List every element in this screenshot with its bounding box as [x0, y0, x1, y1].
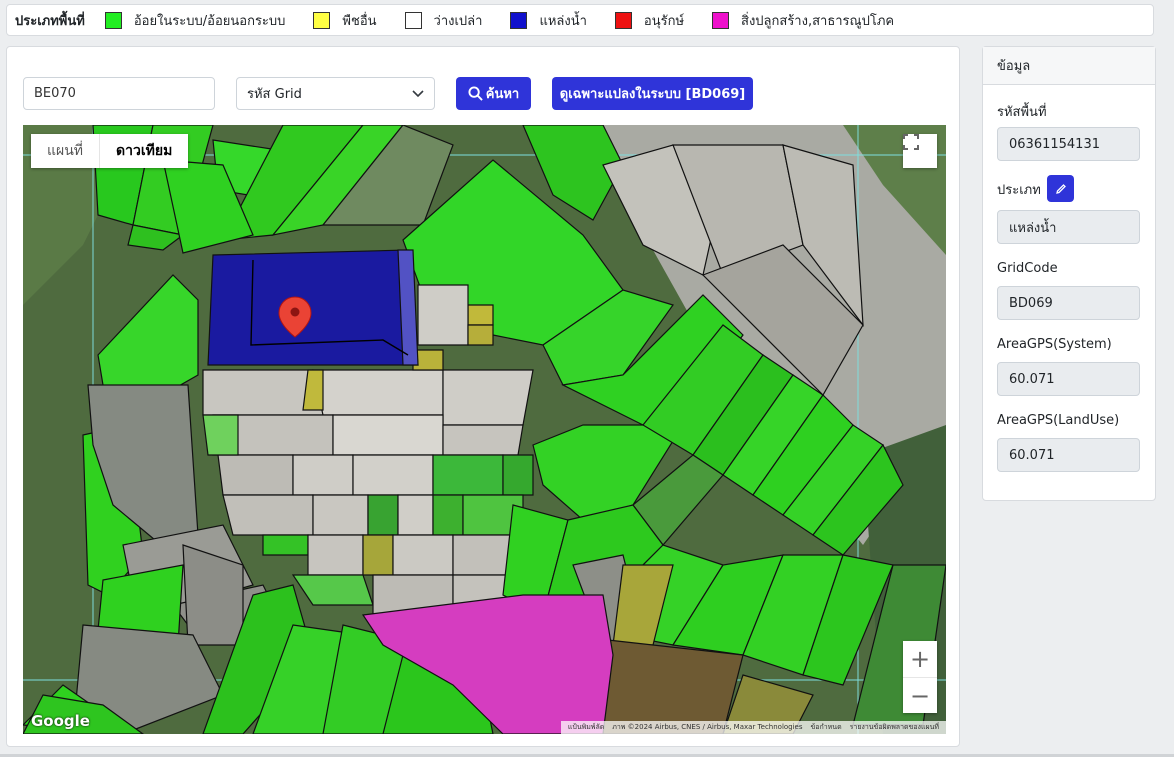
zoom-control: + −: [903, 641, 937, 713]
legend-label-conservation: อนุรักษ์: [643, 13, 685, 29]
map-type-roadmap[interactable]: แผนที่: [31, 134, 99, 168]
legend-swatch-vacant: [404, 11, 422, 29]
zoom-in-button[interactable]: +: [903, 641, 937, 678]
land-type-legend: ประเภทพื้นที่ อ้อยในระบบ/อ้อยนอกระบบ พืช…: [6, 4, 1154, 36]
info-panel: ข้อมูล รหัสพื้นที่ 06361154131 ประเภท แห…: [982, 46, 1156, 501]
map-canvas[interactable]: [23, 125, 946, 734]
legend-title: ประเภทพื้นที่: [15, 13, 85, 29]
grid-code-value: BD069: [997, 286, 1140, 320]
terms-link[interactable]: ข้อกำหนด: [807, 722, 846, 733]
legend-label-vacant: ว่างเปล่า: [433, 13, 483, 29]
legend-label-building: สิ่งปลูกสร้าง,สาธารณูปโภค: [741, 13, 895, 29]
map-attribution: แป้นพิมพ์ลัด ภาพ ©2024 Airbus, CNES / Ai…: [560, 721, 946, 734]
search-icon: [468, 86, 483, 101]
filter-button-label: ดูเฉพาะแปลงในระบบ [BD069]: [559, 87, 746, 102]
map-panel: รหัส Grid ค้นหา ดูเฉพาะแปลงในระบบ [BD069…: [6, 46, 960, 747]
legend-label-other-crop: พืชอื่น: [342, 13, 377, 29]
fullscreen-icon: [903, 134, 919, 150]
legend-swatch-other-crop: [313, 11, 331, 29]
map-type-satellite[interactable]: ดาวเทียม: [99, 134, 188, 168]
legend-label-water: แหล่งน้ำ: [539, 13, 587, 29]
search-button-label: ค้นหา: [485, 87, 520, 102]
legend-swatch-conservation: [614, 11, 632, 29]
legend-swatch-water: [510, 11, 528, 29]
legend-swatch-sugarcane: [104, 11, 122, 29]
legend-label-sugarcane: อ้อยในระบบ/อ้อยนอกระบบ: [133, 13, 286, 29]
search-type-select[interactable]: รหัส Grid: [236, 77, 435, 110]
area-code-input[interactable]: [23, 77, 215, 110]
area-gps-system-label: AreaGPS(System): [997, 337, 1112, 352]
satellite-map[interactable]: แผนที่ ดาวเทียม + − Google แป้นพิมพ์ลัด …: [23, 125, 946, 734]
area-gps-landuse-value: 60.071: [997, 438, 1140, 472]
map-type-control: แผนที่ ดาวเทียม: [31, 134, 189, 168]
zoom-out-button[interactable]: −: [903, 678, 937, 714]
edit-type-button[interactable]: [1047, 175, 1074, 202]
imagery-credit: ภาพ ©2024 Airbus, CNES / Airbus, Maxar T…: [612, 723, 803, 731]
search-button[interactable]: ค้นหา: [456, 77, 531, 110]
filter-in-system-button[interactable]: ดูเฉพาะแปลงในระบบ [BD069]: [552, 77, 753, 110]
pencil-icon: [1055, 183, 1066, 194]
fullscreen-button[interactable]: [903, 134, 937, 168]
type-label: ประเภท: [997, 183, 1041, 198]
google-logo: Google: [31, 712, 90, 730]
area-gps-landuse-label: AreaGPS(LandUse): [997, 413, 1120, 428]
legend-swatch-building: [712, 11, 730, 29]
area-code-label: รหัสพื้นที่: [997, 105, 1047, 120]
grid-code-label: GridCode: [997, 261, 1058, 276]
area-gps-system-value: 60.071: [997, 362, 1140, 396]
area-code-value: 06361154131: [997, 127, 1140, 161]
search-type-value: รหัส Grid: [247, 87, 302, 102]
chevron-down-icon: [412, 89, 424, 97]
report-error-link[interactable]: รายงานข้อผิดพลาดของแผนที่: [846, 722, 943, 733]
type-value: แหล่งน้ำ: [997, 210, 1140, 244]
keyboard-shortcuts-link[interactable]: แป้นพิมพ์ลัด: [564, 722, 608, 733]
info-panel-title: ข้อมูล: [983, 47, 1155, 85]
